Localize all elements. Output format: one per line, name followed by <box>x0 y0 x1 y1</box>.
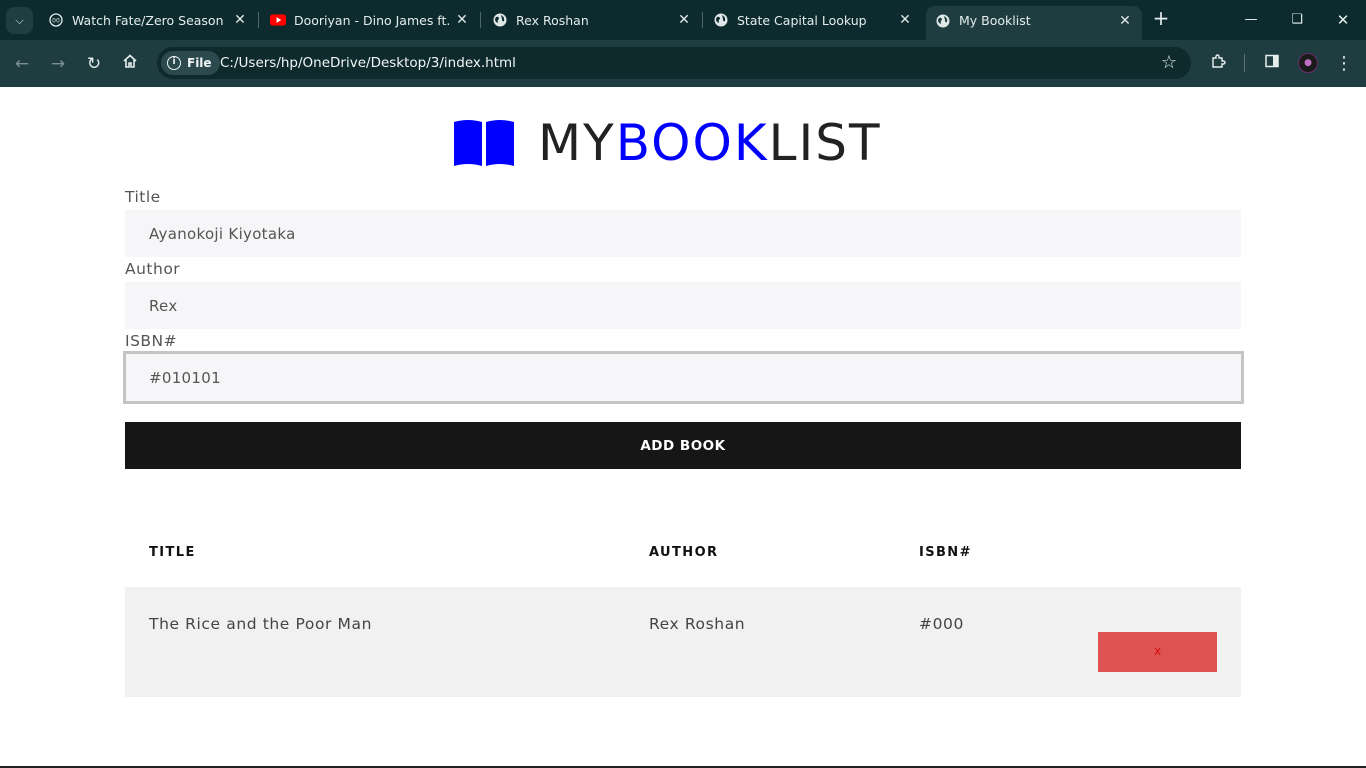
tab-search-button[interactable]: ⌵ <box>6 7 33 34</box>
reload-button[interactable]: ↻ <box>82 52 106 76</box>
scheme-label: File <box>187 56 212 70</box>
browser-toolbar: ← → ↻ i File C:/Users/hp/OneDrive/Deskto… <box>0 40 1366 87</box>
tab-title: Dooriyan - Dino James ft. Ka <box>294 12 450 28</box>
side-panel-button[interactable] <box>1260 52 1284 76</box>
delete-book-button[interactable]: X <box>1098 632 1217 672</box>
side-panel-icon <box>1264 54 1280 73</box>
brand-title: MYBOOKLIST <box>538 117 882 169</box>
reload-icon: ↻ <box>86 54 102 74</box>
tab-my-booklist[interactable]: My Booklist ✕ <box>926 6 1142 40</box>
anime-site-icon: 00 <box>48 12 64 28</box>
brand-part-my: MY <box>538 114 616 172</box>
tab-title: My Booklist <box>959 13 1031 28</box>
plus-icon: + <box>1152 6 1170 30</box>
tab-divider <box>480 12 481 28</box>
youtube-icon <box>270 12 286 28</box>
tab-divider <box>702 12 703 28</box>
close-icon[interactable]: ✕ <box>897 12 913 28</box>
close-icon[interactable]: ✕ <box>454 12 470 28</box>
isbn-input[interactable] <box>123 351 1244 404</box>
home-button[interactable] <box>118 52 142 76</box>
home-icon <box>122 54 138 74</box>
site-info-chip[interactable]: i File <box>161 51 220 75</box>
close-icon[interactable]: ✕ <box>232 12 248 28</box>
toolbar-divider <box>1244 54 1245 72</box>
svg-text:00: 00 <box>52 18 60 25</box>
extensions-button[interactable] <box>1206 52 1230 76</box>
address-bar[interactable]: i File C:/Users/hp/OneDrive/Desktop/3/in… <box>157 47 1191 79</box>
profile-avatar[interactable]: ● <box>1298 53 1318 73</box>
tab-state-capital-lookup[interactable]: State Capital Lookup ✕ <box>713 6 913 34</box>
arrow-left-icon: ← <box>14 54 30 74</box>
tab-title: Watch Fate/Zero Season 2 E <box>72 12 228 28</box>
title-input[interactable] <box>125 210 1241 257</box>
puzzle-icon <box>1210 54 1226 73</box>
table-row: The Rice and the Poor Man Rex Roshan #00… <box>125 587 1241 697</box>
back-button[interactable]: ← <box>10 52 34 76</box>
book-isbn-cell: #000 <box>919 615 964 633</box>
title-label: Title <box>125 188 161 206</box>
new-tab-button[interactable]: + <box>1150 8 1172 30</box>
book-author-cell: Rex Roshan <box>649 615 746 633</box>
globe-icon <box>713 12 729 28</box>
tab-title: Rex Roshan <box>516 12 589 28</box>
column-header-isbn: ISBN# <box>919 545 972 560</box>
tab-rex-roshan[interactable]: Rex Roshan ✕ <box>492 6 692 34</box>
book-title-cell: The Rice and the Poor Man <box>149 615 373 633</box>
tab-title: State Capital Lookup <box>737 12 867 28</box>
info-icon: i <box>167 56 181 70</box>
close-window-button[interactable]: ✕ <box>1331 8 1355 32</box>
open-book-icon <box>454 120 514 166</box>
tab-dooriyan[interactable]: Dooriyan - Dino James ft. Ka ✕ <box>270 6 470 34</box>
restore-button[interactable]: ❏ <box>1285 8 1309 32</box>
brand-part-book: BOOK <box>615 114 769 172</box>
arrow-right-icon: → <box>50 54 66 74</box>
tab-divider <box>258 12 259 28</box>
isbn-label: ISBN# <box>125 332 178 350</box>
column-header-title: TITLE <box>149 545 196 560</box>
close-icon[interactable]: ✕ <box>1117 13 1133 29</box>
column-header-author: AUTHOR <box>649 545 719 560</box>
minimize-icon: — <box>1244 12 1258 27</box>
minimize-button[interactable]: — <box>1239 8 1263 32</box>
author-input[interactable] <box>125 282 1241 329</box>
browser-menu-button[interactable]: ⋮ <box>1332 52 1356 76</box>
chevron-down-icon: ⌵ <box>15 13 24 27</box>
tab-watch-fate-zero[interactable]: 00 Watch Fate/Zero Season 2 E ✕ <box>48 6 248 34</box>
brand-part-list: LIST <box>768 114 882 172</box>
tab-strip: ⌵ 00 Watch Fate/Zero Season 2 E ✕ Dooriy… <box>0 0 1366 40</box>
bookmark-star-icon[interactable]: ☆ <box>1161 52 1177 73</box>
forward-button[interactable]: → <box>46 52 70 76</box>
booklist-page: MYBOOKLIST Title Author ISBN# ADD BOOK T… <box>0 87 1366 768</box>
more-vertical-icon: ⋮ <box>1335 53 1353 74</box>
add-book-button[interactable]: ADD BOOK <box>125 422 1241 469</box>
globe-icon <box>935 13 951 29</box>
url-text[interactable]: C:/Users/hp/OneDrive/Desktop/3/index.htm… <box>220 55 516 71</box>
globe-icon <box>492 12 508 28</box>
close-icon: ✕ <box>1336 11 1350 29</box>
brand-logo: MYBOOKLIST <box>452 117 882 169</box>
author-label: Author <box>125 260 181 278</box>
close-icon[interactable]: ✕ <box>676 12 692 28</box>
restore-icon: ❏ <box>1291 12 1303 27</box>
